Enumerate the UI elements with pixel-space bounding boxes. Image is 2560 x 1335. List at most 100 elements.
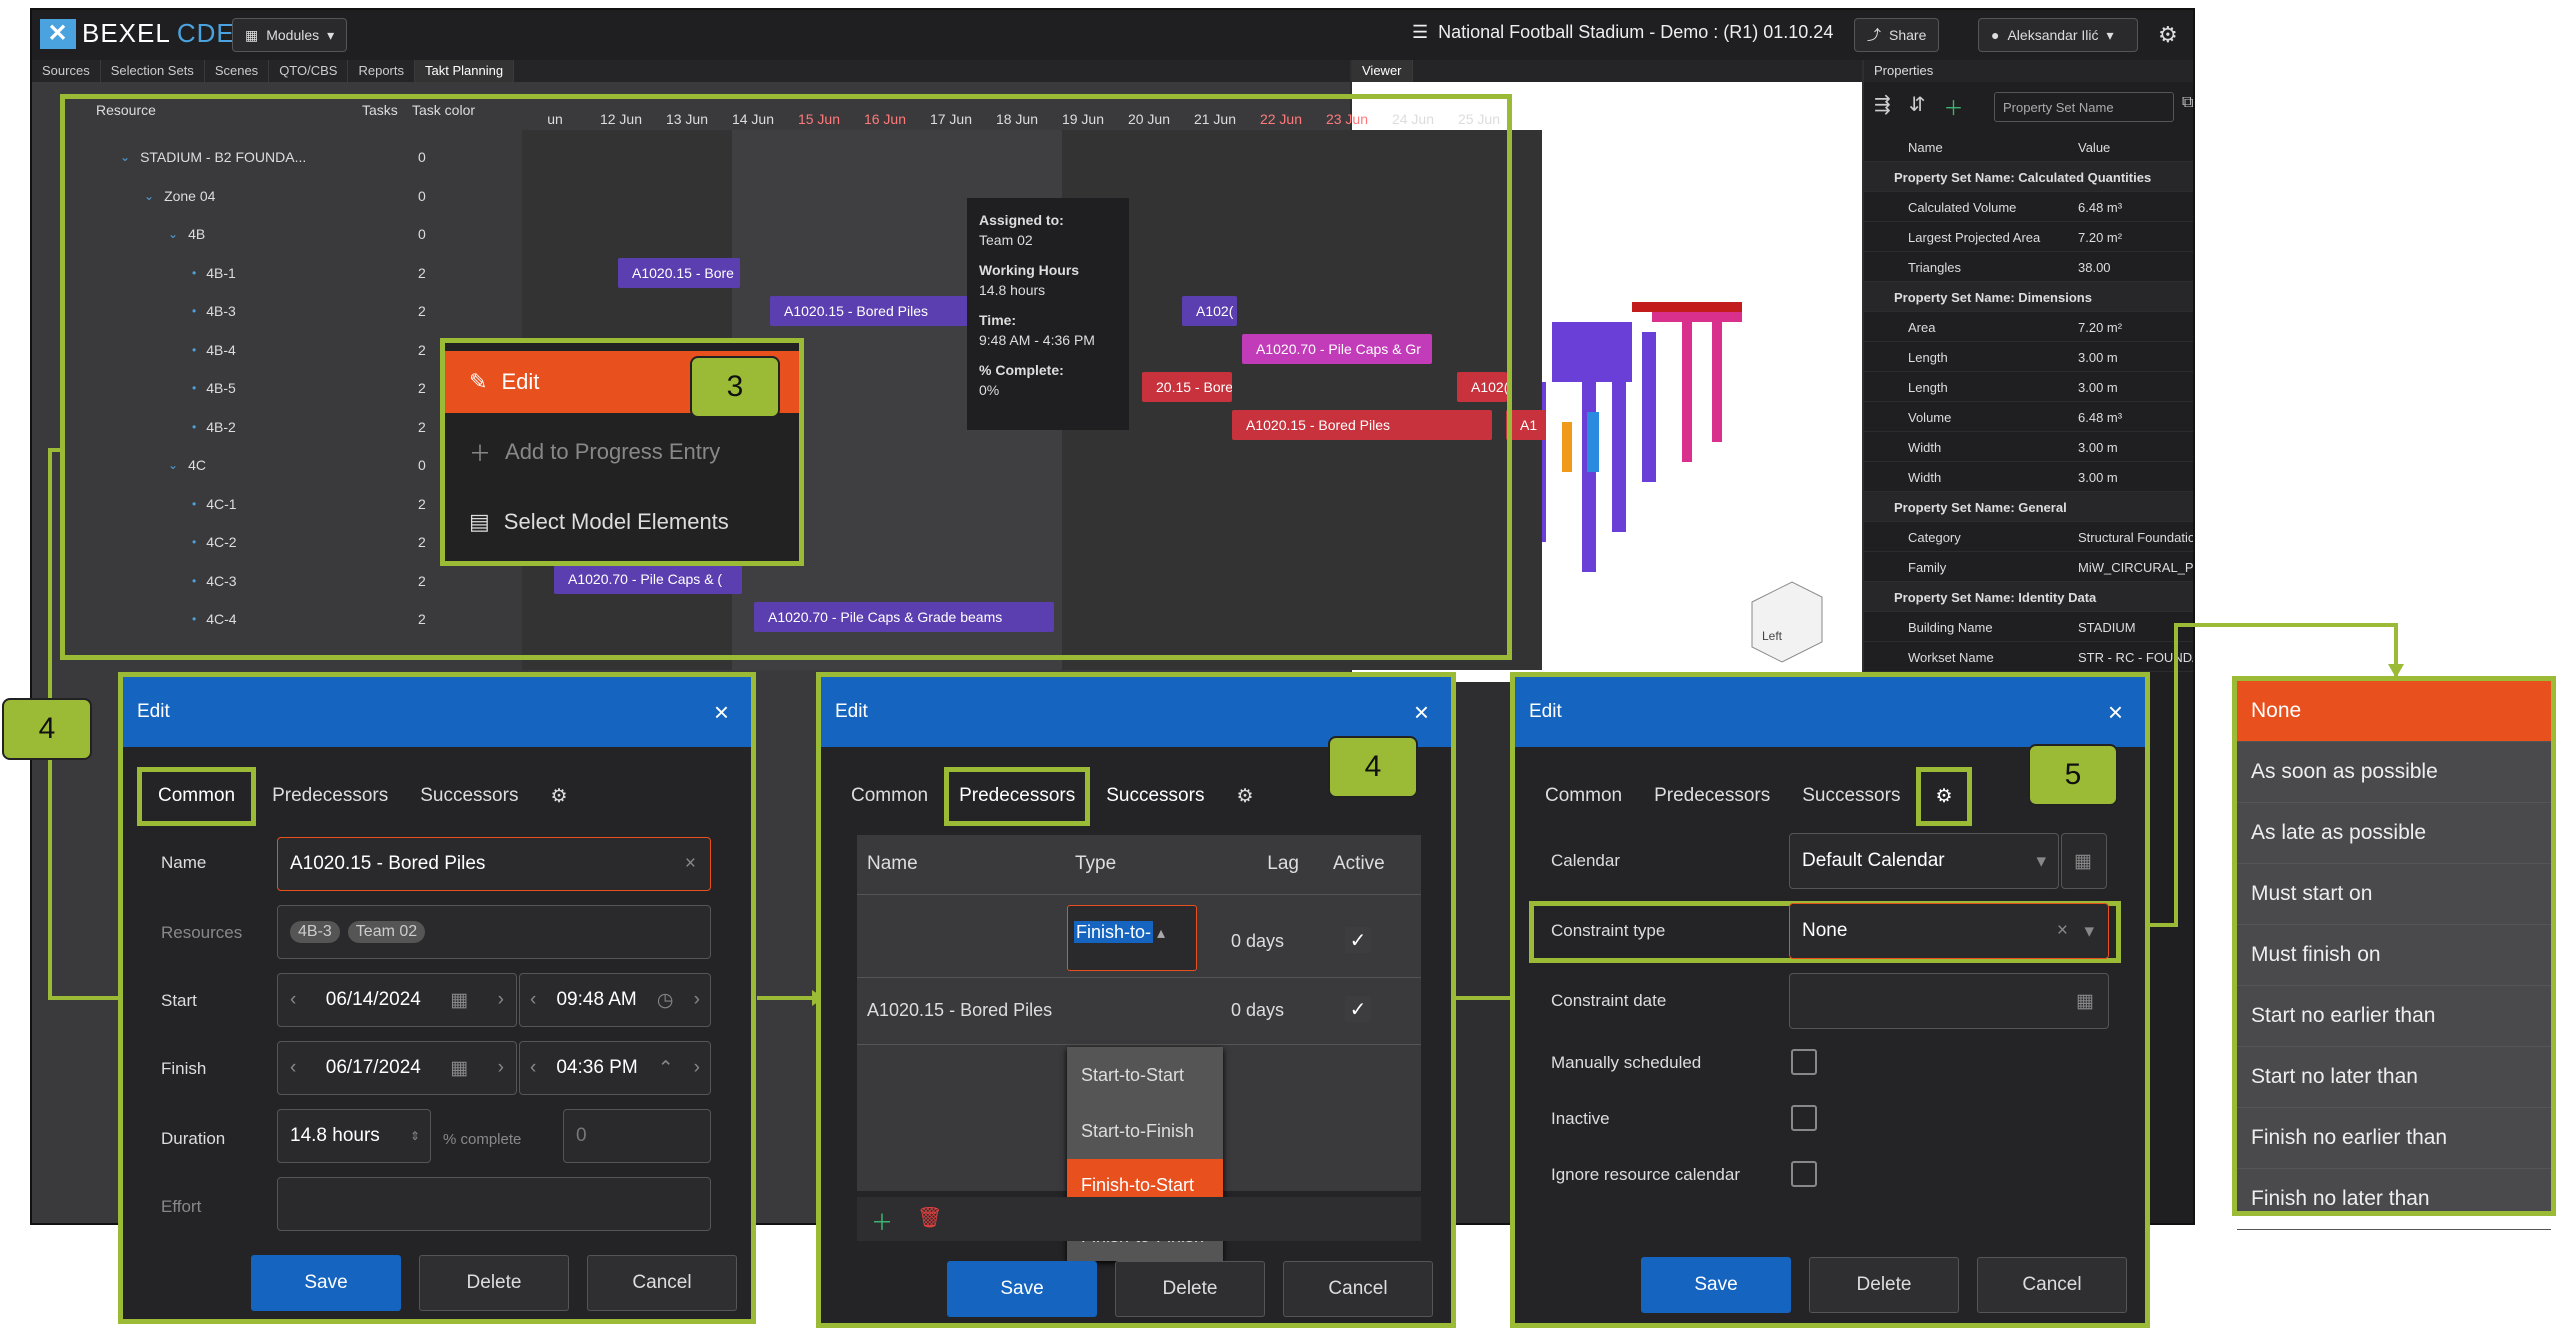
chevron-right-icon[interactable]: › [498,989,504,1011]
chevron-right-icon[interactable]: › [694,989,700,1011]
constraint-option[interactable]: Start no earlier than [2237,986,2551,1047]
tab-successors[interactable]: Successors [404,767,534,826]
stepper-icon[interactable]: ⇕ [410,1129,420,1143]
step-badge-4: 4 [1328,736,1418,798]
constraint-option[interactable]: None [2237,681,2551,742]
tab-successors[interactable]: Successors [1090,767,1220,826]
inactive-checkbox[interactable] [1791,1105,1817,1131]
constraint-option[interactable]: As late as possible [2237,803,2551,864]
delete-button[interactable]: Delete [1809,1257,1959,1313]
resources-input[interactable]: 4B-3 Team 02 [277,905,711,959]
chevron-left-icon[interactable]: ‹ [290,1057,296,1079]
gears-icon[interactable]: ⚙ [1916,767,1972,826]
trash-icon[interactable]: 🗑 [917,1205,942,1230]
option-start-to-finish[interactable]: Start-to-Finish [1067,1103,1223,1159]
effort-input[interactable] [277,1177,711,1231]
duration-value: 14.8 hours [290,1125,380,1146]
predecessors-table: Name Type Lag Active Finish-to- ▴ 0 days … [857,835,1421,1261]
constraint-option[interactable]: Must start on [2237,864,2551,925]
col-lag: Lag [1267,853,1299,874]
finish-time-input[interactable]: ‹ 04:36 PM ⌃ › [519,1041,711,1095]
chevron-down-icon: ▾ [2084,920,2094,942]
calendar-icon[interactable]: ▦ [450,1057,468,1080]
constraint-date-input[interactable]: ▦ [1789,973,2109,1029]
type-select[interactable]: Finish-to- ▴ [1067,905,1197,971]
cancel-button[interactable]: Cancel [1283,1261,1433,1317]
complete-input[interactable]: 0 [563,1109,711,1163]
chevron-down-icon: ▾ [2036,850,2046,872]
chevron-right-icon[interactable]: › [498,1057,504,1079]
constraint-option[interactable]: Start no later than [2237,1047,2551,1108]
start-label: Start [161,991,197,1010]
save-button[interactable]: Save [251,1255,401,1311]
cancel-button[interactable]: Cancel [587,1255,737,1311]
calendar-icon[interactable]: ▦ [450,989,468,1012]
save-button[interactable]: Save [947,1261,1097,1317]
clear-icon[interactable]: × [685,853,696,875]
ignore-calendar-checkbox[interactable] [1791,1161,1817,1187]
constraint-option[interactable]: Finish no later than [2237,1169,2551,1230]
lag-value: 0 days [1231,931,1285,951]
start-time-input[interactable]: ‹ 09:48 AM ◷ › [519,973,711,1027]
tab-predecessors[interactable]: Predecessors [256,767,404,826]
cancel-button[interactable]: Cancel [1977,1257,2127,1313]
col-name: Name [867,853,918,874]
resource-tag[interactable]: Team 02 [347,921,426,943]
calendar-icon[interactable]: ▦ [2076,990,2094,1013]
dialog-tabs: Common Predecessors Successors ⚙ [1529,767,1972,826]
ignore-calendar-label: Ignore resource calendar [1551,1165,1741,1184]
tab-successors[interactable]: Successors [1786,767,1916,826]
chevron-left-icon[interactable]: ‹ [530,1057,536,1079]
close-icon[interactable]: × [2108,697,2123,728]
manual-label: Manually scheduled [1551,1053,1702,1072]
active-checkbox[interactable]: ✓ [1345,996,1371,1022]
tab-common[interactable]: Common [137,767,257,826]
manual-checkbox[interactable] [1791,1049,1817,1075]
delete-button[interactable]: Delete [1115,1261,1265,1317]
duration-label: Duration [161,1129,226,1148]
active-checkbox[interactable]: ✓ [1345,927,1371,953]
clear-icon[interactable]: × [2057,920,2068,942]
tab-predecessors[interactable]: Predecessors [1638,767,1786,826]
option-start-to-start[interactable]: Start-to-Start [1067,1047,1223,1103]
resource-tag[interactable]: 4B-3 [290,921,340,943]
constraint-date-label: Constraint date [1551,991,1667,1010]
close-icon[interactable]: × [714,697,729,728]
chevron-left-icon[interactable]: ‹ [530,989,536,1011]
constraint-option[interactable]: Must finish on [2237,925,2551,986]
start-time-value: 09:48 AM [556,989,637,1010]
tab-common[interactable]: Common [835,767,944,826]
name-input[interactable]: A1020.15 - Bored Piles × [277,837,711,891]
edit-dialog-common: Edit × Common Predecessors Successors ⚙ N… [118,672,756,1324]
calendar-icon[interactable]: ▦ [2061,833,2107,889]
finish-date-input[interactable]: ‹ 06/17/2024 ▦ › [277,1041,517,1095]
table-row[interactable]: A1020.15 - Bored Piles 0 days ✓ [857,977,1421,1045]
gears-icon[interactable]: ⚙ [1220,767,1269,826]
save-button[interactable]: Save [1641,1257,1791,1313]
chevron-up-icon: ▴ [1157,925,1166,942]
complete-value: 0 [576,1125,587,1146]
col-active: Active [1333,853,1385,874]
start-date-input[interactable]: ‹ 06/14/2024 ▦ › [277,973,517,1027]
chevron-left-icon[interactable]: ‹ [290,989,296,1011]
constraint-type-select[interactable]: None × ▾ [1789,903,2109,959]
tab-common[interactable]: Common [1529,767,1638,826]
gears-icon[interactable]: ⚙ [534,767,583,826]
table-toolbar: ＋ 🗑 [857,1197,1421,1241]
chevron-right-icon[interactable]: › [694,1057,700,1079]
start-date-value: 06/14/2024 [325,989,421,1010]
row-name: A1020.15 - Bored Piles [867,1000,1053,1020]
duration-input[interactable]: 14.8 hours ⇕ [277,1109,431,1163]
delete-button[interactable]: Delete [419,1255,569,1311]
chevron-up-icon[interactable]: ⌃ [658,1057,674,1080]
constraint-option[interactable]: Finish no earlier than [2237,1108,2551,1169]
name-value: A1020.15 - Bored Piles [290,853,486,874]
add-icon[interactable]: ＋ [871,1205,893,1237]
clock-icon[interactable]: ◷ [657,989,674,1012]
calendar-select[interactable]: Default Calendar ▾ [1789,833,2059,889]
tab-predecessors[interactable]: Predecessors [944,767,1091,826]
constraint-option[interactable]: As soon as possible [2237,742,2551,803]
close-icon[interactable]: × [1414,697,1429,728]
dialog-title: Edit [835,701,868,722]
constraint-type-value: None [1802,920,1848,941]
